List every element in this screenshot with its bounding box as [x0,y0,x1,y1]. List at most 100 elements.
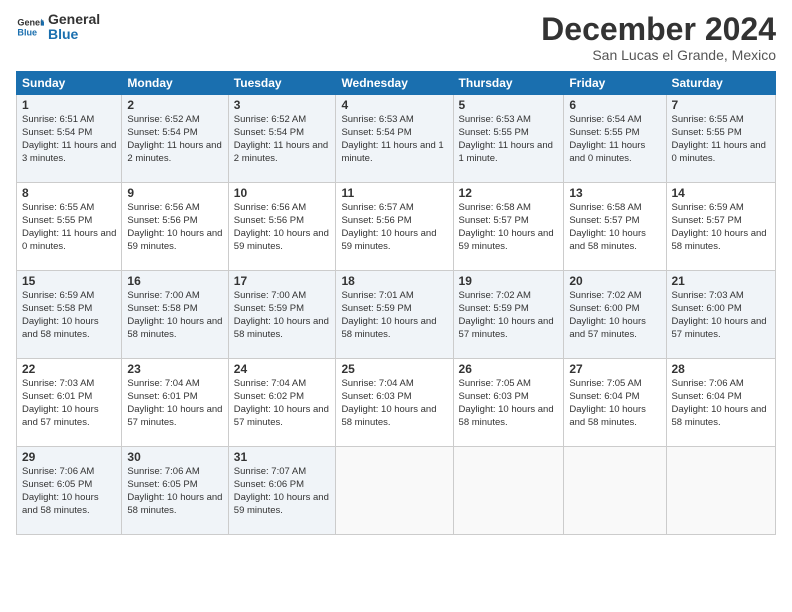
logo-icon: General Blue [16,13,44,41]
day-number: 3 [234,98,331,112]
day-number: 17 [234,274,331,288]
day-info: Sunrise: 6:56 AM Sunset: 5:56 PM Dayligh… [234,202,331,253]
day-cell-29: 29 Sunrise: 7:06 AM Sunset: 6:05 PM Dayli… [17,447,122,535]
logo-blue-text: Blue [48,27,100,42]
day-header-tuesday: Tuesday [228,72,336,95]
day-info: Sunrise: 7:06 AM Sunset: 6:04 PM Dayligh… [672,378,771,429]
day-number: 30 [127,450,222,464]
day-number: 20 [569,274,660,288]
day-cell-31: 31 Sunrise: 7:07 AM Sunset: 6:06 PM Dayli… [228,447,336,535]
day-info: Sunrise: 7:07 AM Sunset: 6:06 PM Dayligh… [234,466,331,517]
day-cell-20: 20Sunrise: 7:02 AM Sunset: 6:00 PM Dayli… [564,271,666,359]
day-number: 5 [459,98,559,112]
day-cell-24: 24 Sunrise: 7:04 AM Sunset: 6:02 PM Dayli… [228,359,336,447]
day-number: 28 [672,362,771,376]
day-cell-25: 25Sunrise: 7:04 AM Sunset: 6:03 PM Dayli… [336,359,453,447]
day-cell-4: 4Sunrise: 6:53 AM Sunset: 5:54 PM Daylig… [336,95,453,183]
day-cell-21: 21Sunrise: 7:03 AM Sunset: 6:00 PM Dayli… [666,271,776,359]
page: General Blue General Blue December 2024 … [0,0,792,612]
logo-general-text: General [48,12,100,27]
logo: General Blue General Blue [16,12,100,43]
day-info: Sunrise: 7:04 AM Sunset: 6:03 PM Dayligh… [341,378,447,429]
day-number: 13 [569,186,660,200]
day-info: Sunrise: 7:04 AM Sunset: 6:02 PM Dayligh… [234,378,331,429]
header: General Blue General Blue December 2024 … [16,12,776,63]
day-info: Sunrise: 6:55 AM Sunset: 5:55 PM Dayligh… [22,202,116,253]
day-info: Sunrise: 7:02 AM Sunset: 5:59 PM Dayligh… [459,290,559,341]
day-header-sunday: Sunday [17,72,122,95]
day-info: Sunrise: 6:56 AM Sunset: 5:56 PM Dayligh… [127,202,222,253]
calendar-table: SundayMondayTuesdayWednesdayThursdayFrid… [16,71,776,535]
header-row: SundayMondayTuesdayWednesdayThursdayFrid… [17,72,776,95]
day-header-wednesday: Wednesday [336,72,453,95]
day-info: Sunrise: 6:51 AM Sunset: 5:54 PM Dayligh… [22,114,116,165]
day-cell-19: 19 Sunrise: 7:02 AM Sunset: 5:59 PM Dayli… [453,271,564,359]
day-info: Sunrise: 7:00 AM Sunset: 5:59 PM Dayligh… [234,290,331,341]
day-number: 8 [22,186,116,200]
day-info: Sunrise: 6:54 AM Sunset: 5:55 PM Dayligh… [569,114,660,165]
day-number: 11 [341,186,447,200]
svg-text:Blue: Blue [17,28,37,38]
day-cell-30: 30 Sunrise: 7:06 AM Sunset: 6:05 PM Dayli… [122,447,228,535]
day-info: Sunrise: 7:04 AM Sunset: 6:01 PM Dayligh… [127,378,222,429]
svg-text:General: General [17,18,44,28]
day-cell-6: 6 Sunrise: 6:54 AM Sunset: 5:55 PM Daylig… [564,95,666,183]
calendar-week-3: 15 Sunrise: 6:59 AM Sunset: 5:58 PM Dayli… [17,271,776,359]
day-cell-14: 14 Sunrise: 6:59 AM Sunset: 5:57 PM Dayli… [666,183,776,271]
day-number: 29 [22,450,116,464]
day-cell-22: 22Sunrise: 7:03 AM Sunset: 6:01 PM Dayli… [17,359,122,447]
day-number: 22 [22,362,116,376]
day-number: 23 [127,362,222,376]
day-number: 21 [672,274,771,288]
day-cell-26: 26 Sunrise: 7:05 AM Sunset: 6:03 PM Dayli… [453,359,564,447]
day-cell-8: 8 Sunrise: 6:55 AM Sunset: 5:55 PM Daylig… [17,183,122,271]
month-title: December 2024 [541,12,776,47]
day-number: 9 [127,186,222,200]
day-cell-5: 5 Sunrise: 6:53 AM Sunset: 5:55 PM Daylig… [453,95,564,183]
day-info: Sunrise: 6:59 AM Sunset: 5:58 PM Dayligh… [22,290,116,341]
day-cell-1: 1Sunrise: 6:51 AM Sunset: 5:54 PM Daylig… [17,95,122,183]
day-cell-15: 15 Sunrise: 6:59 AM Sunset: 5:58 PM Dayli… [17,271,122,359]
day-cell-12: 12Sunrise: 6:58 AM Sunset: 5:57 PM Dayli… [453,183,564,271]
day-info: Sunrise: 7:05 AM Sunset: 6:04 PM Dayligh… [569,378,660,429]
title-area: December 2024 San Lucas el Grande, Mexic… [541,12,776,63]
day-info: Sunrise: 6:57 AM Sunset: 5:56 PM Dayligh… [341,202,447,253]
logo-text: General Blue [48,12,100,43]
day-info: Sunrise: 7:06 AM Sunset: 6:05 PM Dayligh… [127,466,222,517]
day-info: Sunrise: 6:59 AM Sunset: 5:57 PM Dayligh… [672,202,771,253]
day-number: 26 [459,362,559,376]
location-subtitle: San Lucas el Grande, Mexico [541,47,776,63]
calendar-week-2: 8 Sunrise: 6:55 AM Sunset: 5:55 PM Daylig… [17,183,776,271]
day-header-saturday: Saturday [666,72,776,95]
day-header-thursday: Thursday [453,72,564,95]
day-number: 16 [127,274,222,288]
day-cell-13: 13 Sunrise: 6:58 AM Sunset: 5:57 PM Dayli… [564,183,666,271]
day-cell-18: 18Sunrise: 7:01 AM Sunset: 5:59 PM Dayli… [336,271,453,359]
day-cell-9: 9 Sunrise: 6:56 AM Sunset: 5:56 PM Daylig… [122,183,228,271]
day-number: 7 [672,98,771,112]
day-number: 27 [569,362,660,376]
day-number: 31 [234,450,331,464]
empty-cell [336,447,453,535]
day-number: 19 [459,274,559,288]
day-info: Sunrise: 6:53 AM Sunset: 5:55 PM Dayligh… [459,114,559,165]
day-info: Sunrise: 6:58 AM Sunset: 5:57 PM Dayligh… [569,202,660,253]
day-cell-10: 10Sunrise: 6:56 AM Sunset: 5:56 PM Dayli… [228,183,336,271]
day-cell-11: 11 Sunrise: 6:57 AM Sunset: 5:56 PM Dayli… [336,183,453,271]
day-number: 15 [22,274,116,288]
day-info: Sunrise: 6:52 AM Sunset: 5:54 PM Dayligh… [234,114,331,165]
day-number: 2 [127,98,222,112]
calendar-week-5: 29 Sunrise: 7:06 AM Sunset: 6:05 PM Dayli… [17,447,776,535]
day-info: Sunrise: 6:53 AM Sunset: 5:54 PM Dayligh… [341,114,447,165]
day-cell-17: 17 Sunrise: 7:00 AM Sunset: 5:59 PM Dayli… [228,271,336,359]
day-info: Sunrise: 6:52 AM Sunset: 5:54 PM Dayligh… [127,114,222,165]
day-info: Sunrise: 7:06 AM Sunset: 6:05 PM Dayligh… [22,466,116,517]
day-number: 24 [234,362,331,376]
day-number: 6 [569,98,660,112]
calendar-week-4: 22Sunrise: 7:03 AM Sunset: 6:01 PM Dayli… [17,359,776,447]
day-cell-23: 23 Sunrise: 7:04 AM Sunset: 6:01 PM Dayli… [122,359,228,447]
day-number: 14 [672,186,771,200]
day-cell-27: 27 Sunrise: 7:05 AM Sunset: 6:04 PM Dayli… [564,359,666,447]
day-cell-3: 3 Sunrise: 6:52 AM Sunset: 5:54 PM Daylig… [228,95,336,183]
day-info: Sunrise: 7:05 AM Sunset: 6:03 PM Dayligh… [459,378,559,429]
